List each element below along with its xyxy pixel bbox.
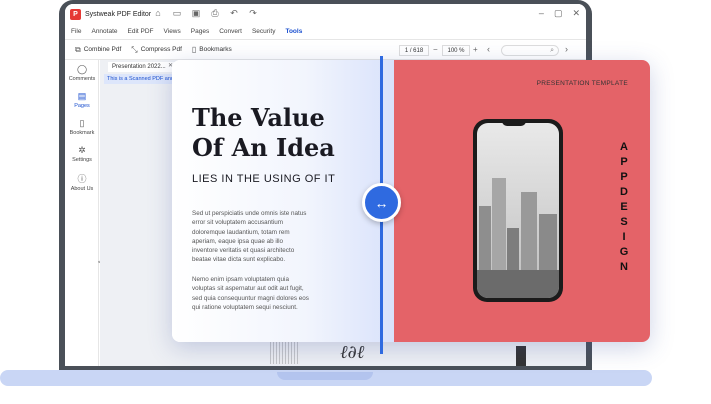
undo-icon[interactable]: ↶: [229, 8, 239, 18]
pages-icon: ▤: [77, 91, 87, 101]
zoom-out-button[interactable]: −: [433, 45, 438, 54]
combine-pdf-button[interactable]: ⧉ Combine Pdf: [75, 45, 121, 55]
phone-mockup: [473, 119, 563, 302]
scanned-content-strip: [270, 340, 300, 364]
sidebar-item-label: Comments: [68, 76, 96, 82]
app-logo-icon: P: [70, 8, 81, 20]
bookmark-icon: ▯: [191, 45, 197, 54]
sidebar-item-bookmark[interactable]: ▯ Bookmark: [65, 118, 99, 136]
compress-pdf-button[interactable]: ⤡ Compress Pdf: [131, 45, 182, 55]
next-result-button[interactable]: ›: [565, 44, 568, 54]
menu-bar: File Annotate Edit PDF Views Pages Conve…: [65, 24, 586, 40]
sidebar-item-about-us[interactable]: ⓘ About Us: [65, 172, 99, 192]
menu-security[interactable]: Security: [252, 28, 275, 35]
double-arrow-icon: ↔: [374, 194, 389, 211]
search-icon: ⌕: [550, 47, 554, 54]
menu-tools[interactable]: Tools: [285, 28, 302, 35]
bookmarks-label: Bookmarks: [199, 46, 232, 53]
app-title: Systweak PDF Editor: [85, 10, 152, 18]
menu-file[interactable]: File: [71, 28, 81, 35]
slide-title-line1: The Value: [192, 103, 325, 132]
vertical-letter: G: [619, 246, 629, 258]
sidebar-item-pages[interactable]: ▤ Pages: [65, 91, 99, 109]
comparison-card: The Value Of An Idea LIES IN THE USING O…: [172, 60, 650, 342]
compress-pdf-label: Compress Pdf: [140, 46, 182, 53]
combine-icon: ⧉: [75, 44, 81, 54]
vertical-letter: P: [620, 156, 628, 168]
prev-result-button[interactable]: ‹: [487, 44, 490, 54]
sidebar-item-label: Bookmark: [69, 130, 95, 136]
menu-pages[interactable]: Pages: [191, 28, 209, 35]
sidebar-item-label: Settings: [72, 157, 92, 163]
bookmarks-button[interactable]: ▯ Bookmarks: [192, 45, 232, 54]
sidebar-item-comments[interactable]: ◯ Comments: [65, 64, 99, 82]
maximize-button[interactable]: ▢: [554, 8, 563, 18]
title-bar: P Systweak PDF Editor ⌂ ▭ ▣ ⎙ ↶ ↷ – ▢ ✕: [65, 4, 586, 24]
info-icon: ⓘ: [77, 174, 87, 184]
print-icon[interactable]: ⎙: [210, 8, 220, 18]
scanned-dark-block: [516, 346, 526, 366]
page-number-field[interactable]: 1 / 618: [399, 45, 429, 56]
slide-paragraph-1: Sed ut perspiciatis unde omnis iste natu…: [192, 210, 307, 264]
handwritten-scribble: ℓ∂ℓ: [340, 342, 365, 363]
gear-icon: ✲: [78, 145, 86, 155]
window-controls: – ▢ ✕: [539, 8, 580, 18]
menu-edit-pdf[interactable]: Edit PDF: [128, 28, 154, 35]
vertical-letter: I: [622, 231, 626, 243]
redo-icon[interactable]: ↷: [248, 8, 258, 18]
left-sidebar: ◯ Comments ▤ Pages ▯ Bookmark ✲ Settings…: [65, 60, 105, 366]
vertical-letter: A: [620, 141, 628, 153]
vertical-letter: N: [620, 261, 628, 273]
phone-screen-ground: [477, 270, 559, 298]
folder-icon[interactable]: ▭: [172, 8, 182, 18]
phone-notch: [502, 119, 526, 126]
sidebar-item-settings[interactable]: ✲ Settings: [65, 145, 99, 163]
sidebar-item-label: About Us: [70, 186, 94, 192]
bookmark-icon: ▯: [79, 118, 85, 128]
vertical-letter: P: [620, 171, 628, 183]
laptop-base-notch: [277, 372, 373, 380]
save-icon[interactable]: ▣: [191, 8, 201, 18]
sidebar-item-label: Pages: [74, 103, 90, 109]
close-button[interactable]: ✕: [572, 8, 580, 18]
menu-convert[interactable]: Convert: [219, 28, 242, 35]
comment-icon: ◯: [76, 64, 88, 74]
vertical-letter: D: [620, 186, 628, 198]
search-input[interactable]: ⌕: [501, 45, 559, 56]
home-icon[interactable]: ⌂: [153, 8, 163, 18]
slide-title-line2: Of An Idea: [192, 133, 335, 162]
slide-paragraph-2: Nemo enim ipsam voluptatem quia voluptas…: [192, 276, 309, 311]
zoom-in-button[interactable]: +: [473, 45, 478, 54]
slide-subtitle: LIES IN THE USING OF IT: [192, 173, 336, 185]
toolbar: ⧉ Combine Pdf ⤡ Compress Pdf ▯ Bookmarks…: [65, 40, 586, 60]
combine-pdf-label: Combine Pdf: [83, 46, 122, 53]
app-design-vertical-text: A P P D E S I G N: [619, 140, 629, 275]
menu-views[interactable]: Views: [164, 28, 181, 35]
quick-access-icons: ⌂ ▭ ▣ ⎙ ↶ ↷: [153, 8, 258, 18]
menu-annotate[interactable]: Annotate: [91, 28, 117, 35]
compare-slider-handle[interactable]: ↔: [362, 183, 401, 222]
vertical-letter: E: [620, 201, 628, 213]
template-label: PRESENTATION TEMPLATE: [536, 80, 628, 87]
vertical-letter: S: [620, 216, 628, 228]
zoom-field[interactable]: 100 %: [442, 45, 470, 56]
slide-text-panel: The Value Of An Idea LIES IN THE USING O…: [172, 60, 394, 342]
phone-screen: [477, 123, 559, 298]
slide-title: The Value Of An Idea: [192, 103, 392, 163]
compress-icon: ⤡: [131, 44, 138, 54]
minimize-button[interactable]: –: [539, 8, 544, 18]
